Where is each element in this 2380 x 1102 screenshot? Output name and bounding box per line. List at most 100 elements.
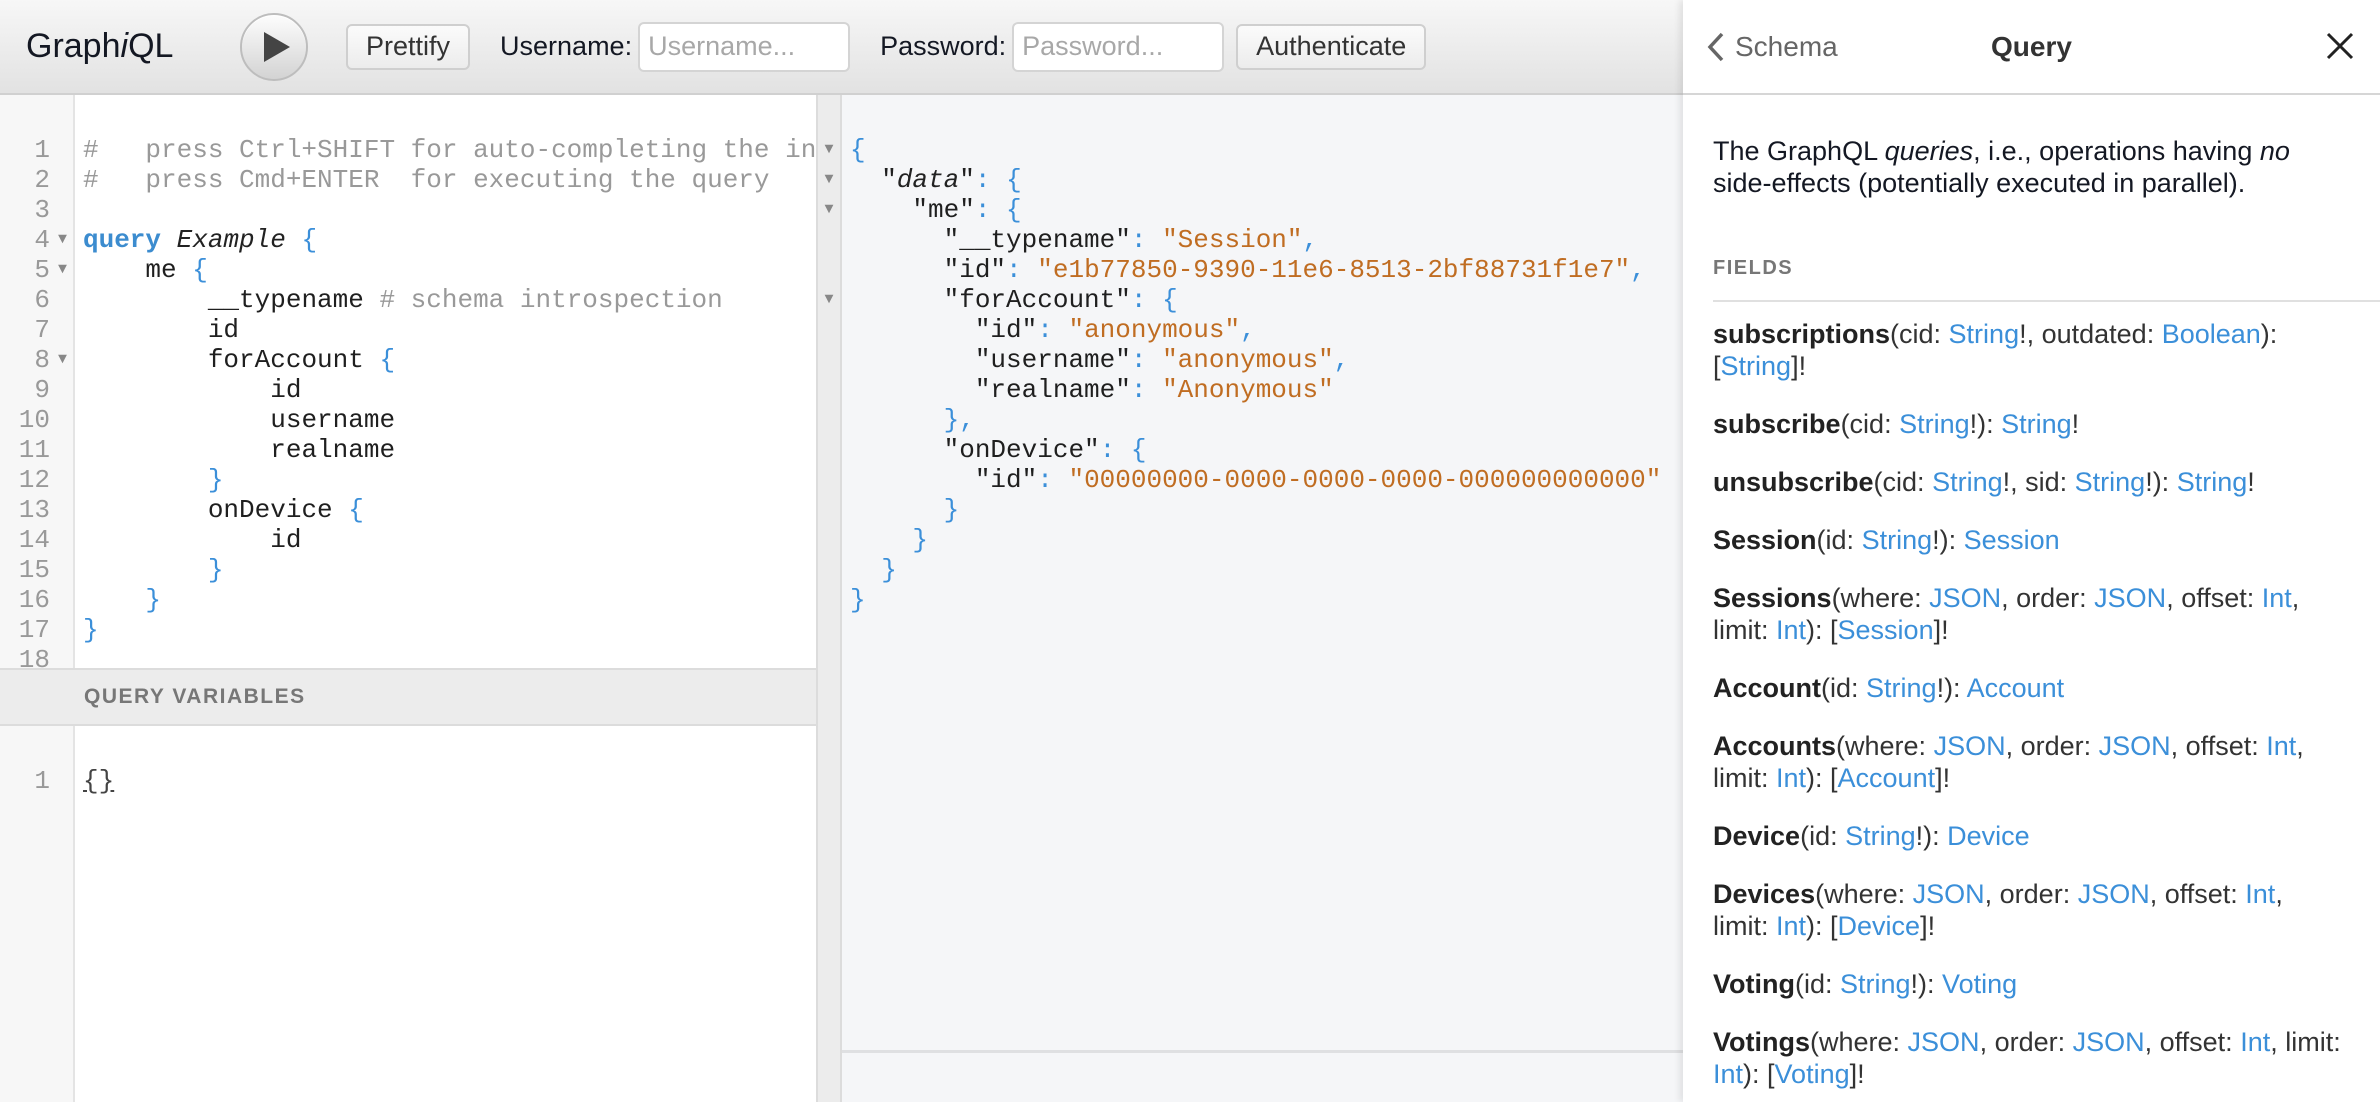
line-content: } (75, 615, 99, 645)
field-name-link[interactable]: subscribe (1713, 409, 1841, 439)
password-input[interactable] (1012, 21, 1225, 72)
field-name-link[interactable]: Sessions (1713, 583, 1832, 613)
field-item: subscriptions(cid: String!, outdated: Bo… (1713, 318, 2343, 382)
code-line: 1 # press Ctrl+SHIFT for auto-completing … (0, 135, 816, 165)
signature-text: !): (1915, 821, 1948, 851)
signature-text: (cid: (1840, 409, 1900, 439)
type-link[interactable]: String (1845, 821, 1916, 851)
type-link[interactable]: JSON (2073, 1027, 2145, 1057)
variables-code[interactable]: 1 {} (0, 766, 114, 796)
type-link[interactable]: JSON (1929, 583, 2001, 613)
type-link[interactable]: String (1866, 673, 1937, 703)
field-name-link[interactable]: subscriptions (1713, 319, 1890, 349)
type-link[interactable]: String (2177, 467, 2248, 497)
type-link[interactable]: JSON (1934, 731, 2006, 761)
type-link[interactable]: Int (1776, 615, 1806, 645)
type-link[interactable]: Int (1776, 763, 1806, 793)
code-token-punct: } (881, 555, 897, 585)
type-link[interactable]: JSON (1913, 879, 1985, 909)
field-name-link[interactable]: Accounts (1713, 731, 1836, 761)
field-item: unsubscribe(cid: String!, sid: String!):… (1713, 466, 2343, 498)
line-content: "me": { (850, 195, 1021, 225)
type-link[interactable]: Int (2240, 1027, 2270, 1057)
type-link[interactable]: String (1721, 351, 1792, 381)
code-token-punct: { (348, 495, 364, 525)
line-content: "username": "anonymous", (850, 345, 1350, 375)
type-link[interactable]: Int (2245, 879, 2275, 909)
back-to-schema-button[interactable]: Schema (1707, 31, 1838, 63)
type-link[interactable]: String (1949, 319, 2020, 349)
authenticate-button[interactable]: Authenticate (1236, 23, 1427, 70)
result-footer (842, 1050, 1683, 1102)
type-link[interactable]: Int (1776, 911, 1806, 941)
code-token-punct: : { (1130, 285, 1178, 315)
fold-arrow-icon[interactable]: ▼ (816, 165, 842, 195)
type-link[interactable]: Device (1838, 911, 1921, 941)
type-link[interactable]: Device (1947, 821, 2030, 851)
type-link[interactable]: JSON (2078, 879, 2150, 909)
field-item: Devices(where: JSON, order: JSON, offset… (1713, 878, 2343, 942)
field-name-link[interactable]: Account (1713, 673, 1821, 703)
code-line: 13 onDevice { (0, 495, 816, 525)
type-link[interactable]: String (1899, 409, 1970, 439)
result-line: "forAccount": { (850, 285, 1661, 315)
username-input[interactable] (638, 21, 851, 72)
type-link[interactable]: JSON (1908, 1027, 1980, 1057)
type-link[interactable]: String (2075, 467, 2146, 497)
fold-arrow-icon[interactable]: ▼ (50, 255, 75, 285)
type-link[interactable]: String (1840, 969, 1911, 999)
line-number: 4 (34, 225, 50, 255)
type-link[interactable]: Boolean (2162, 319, 2261, 349)
execute-query-button[interactable] (240, 12, 308, 81)
type-link[interactable]: Int (2262, 583, 2292, 613)
fold-arrow-icon[interactable]: ▼ (50, 225, 75, 255)
field-item: Accounts(where: JSON, order: JSON, offse… (1713, 730, 2343, 794)
field-item: Session(id: String!): Session (1713, 524, 2343, 556)
line-content: me { (75, 255, 207, 285)
type-link[interactable]: Account (1967, 673, 2065, 703)
type-link[interactable]: Voting (1942, 969, 2017, 999)
type-link[interactable]: Voting (1775, 1059, 1850, 1089)
close-docs-button[interactable] (2326, 32, 2354, 65)
code-token-prop: forAccount (207, 345, 364, 375)
fold-arrow-icon[interactable]: ▼ (50, 345, 75, 375)
query-code[interactable]: 1 # press Ctrl+SHIFT for auto-completing … (0, 135, 816, 668)
line-content: {} (75, 766, 114, 796)
type-link[interactable]: Int (1713, 1059, 1743, 1089)
signature-text: , offset: (2166, 583, 2262, 613)
field-name-link[interactable]: Voting (1713, 969, 1795, 999)
type-link[interactable]: Int (2266, 731, 2296, 761)
fold-arrow-icon[interactable]: ▼ (816, 195, 842, 225)
description-text: no (2259, 136, 2290, 166)
type-link[interactable]: JSON (2094, 583, 2166, 613)
field-name-link[interactable]: Session (1713, 525, 1817, 555)
query-editor[interactable]: 1 # press Ctrl+SHIFT for auto-completing … (0, 95, 816, 668)
type-link[interactable]: Session (1838, 615, 1934, 645)
prettify-button[interactable]: Prettify (346, 23, 471, 70)
fold-arrow-icon[interactable]: ▼ (816, 285, 842, 315)
query-variables-header[interactable]: QUERY VARIABLES (0, 668, 816, 726)
signature-text: ! (2247, 467, 2255, 497)
field-name-link[interactable]: Device (1713, 821, 1800, 851)
type-link[interactable]: String (1862, 525, 1933, 555)
code-line: 17} (0, 615, 816, 645)
type-link[interactable]: String (2001, 409, 2072, 439)
field-name-link[interactable]: Votings (1713, 1027, 1810, 1057)
type-link[interactable]: Account (1838, 763, 1936, 793)
field-name-link[interactable]: unsubscribe (1713, 467, 1874, 497)
field-name-link[interactable]: Devices (1713, 879, 1815, 909)
type-link[interactable]: String (1932, 467, 2003, 497)
type-link[interactable]: Session (1964, 525, 2060, 555)
variables-value: {} (83, 766, 115, 796)
fold-arrow-icon[interactable]: ▼ (816, 135, 842, 165)
query-variables-editor[interactable]: 1 {} (0, 726, 816, 1102)
line-content: "__typename": "Session", (850, 225, 1319, 255)
type-link[interactable]: JSON (2099, 731, 2171, 761)
